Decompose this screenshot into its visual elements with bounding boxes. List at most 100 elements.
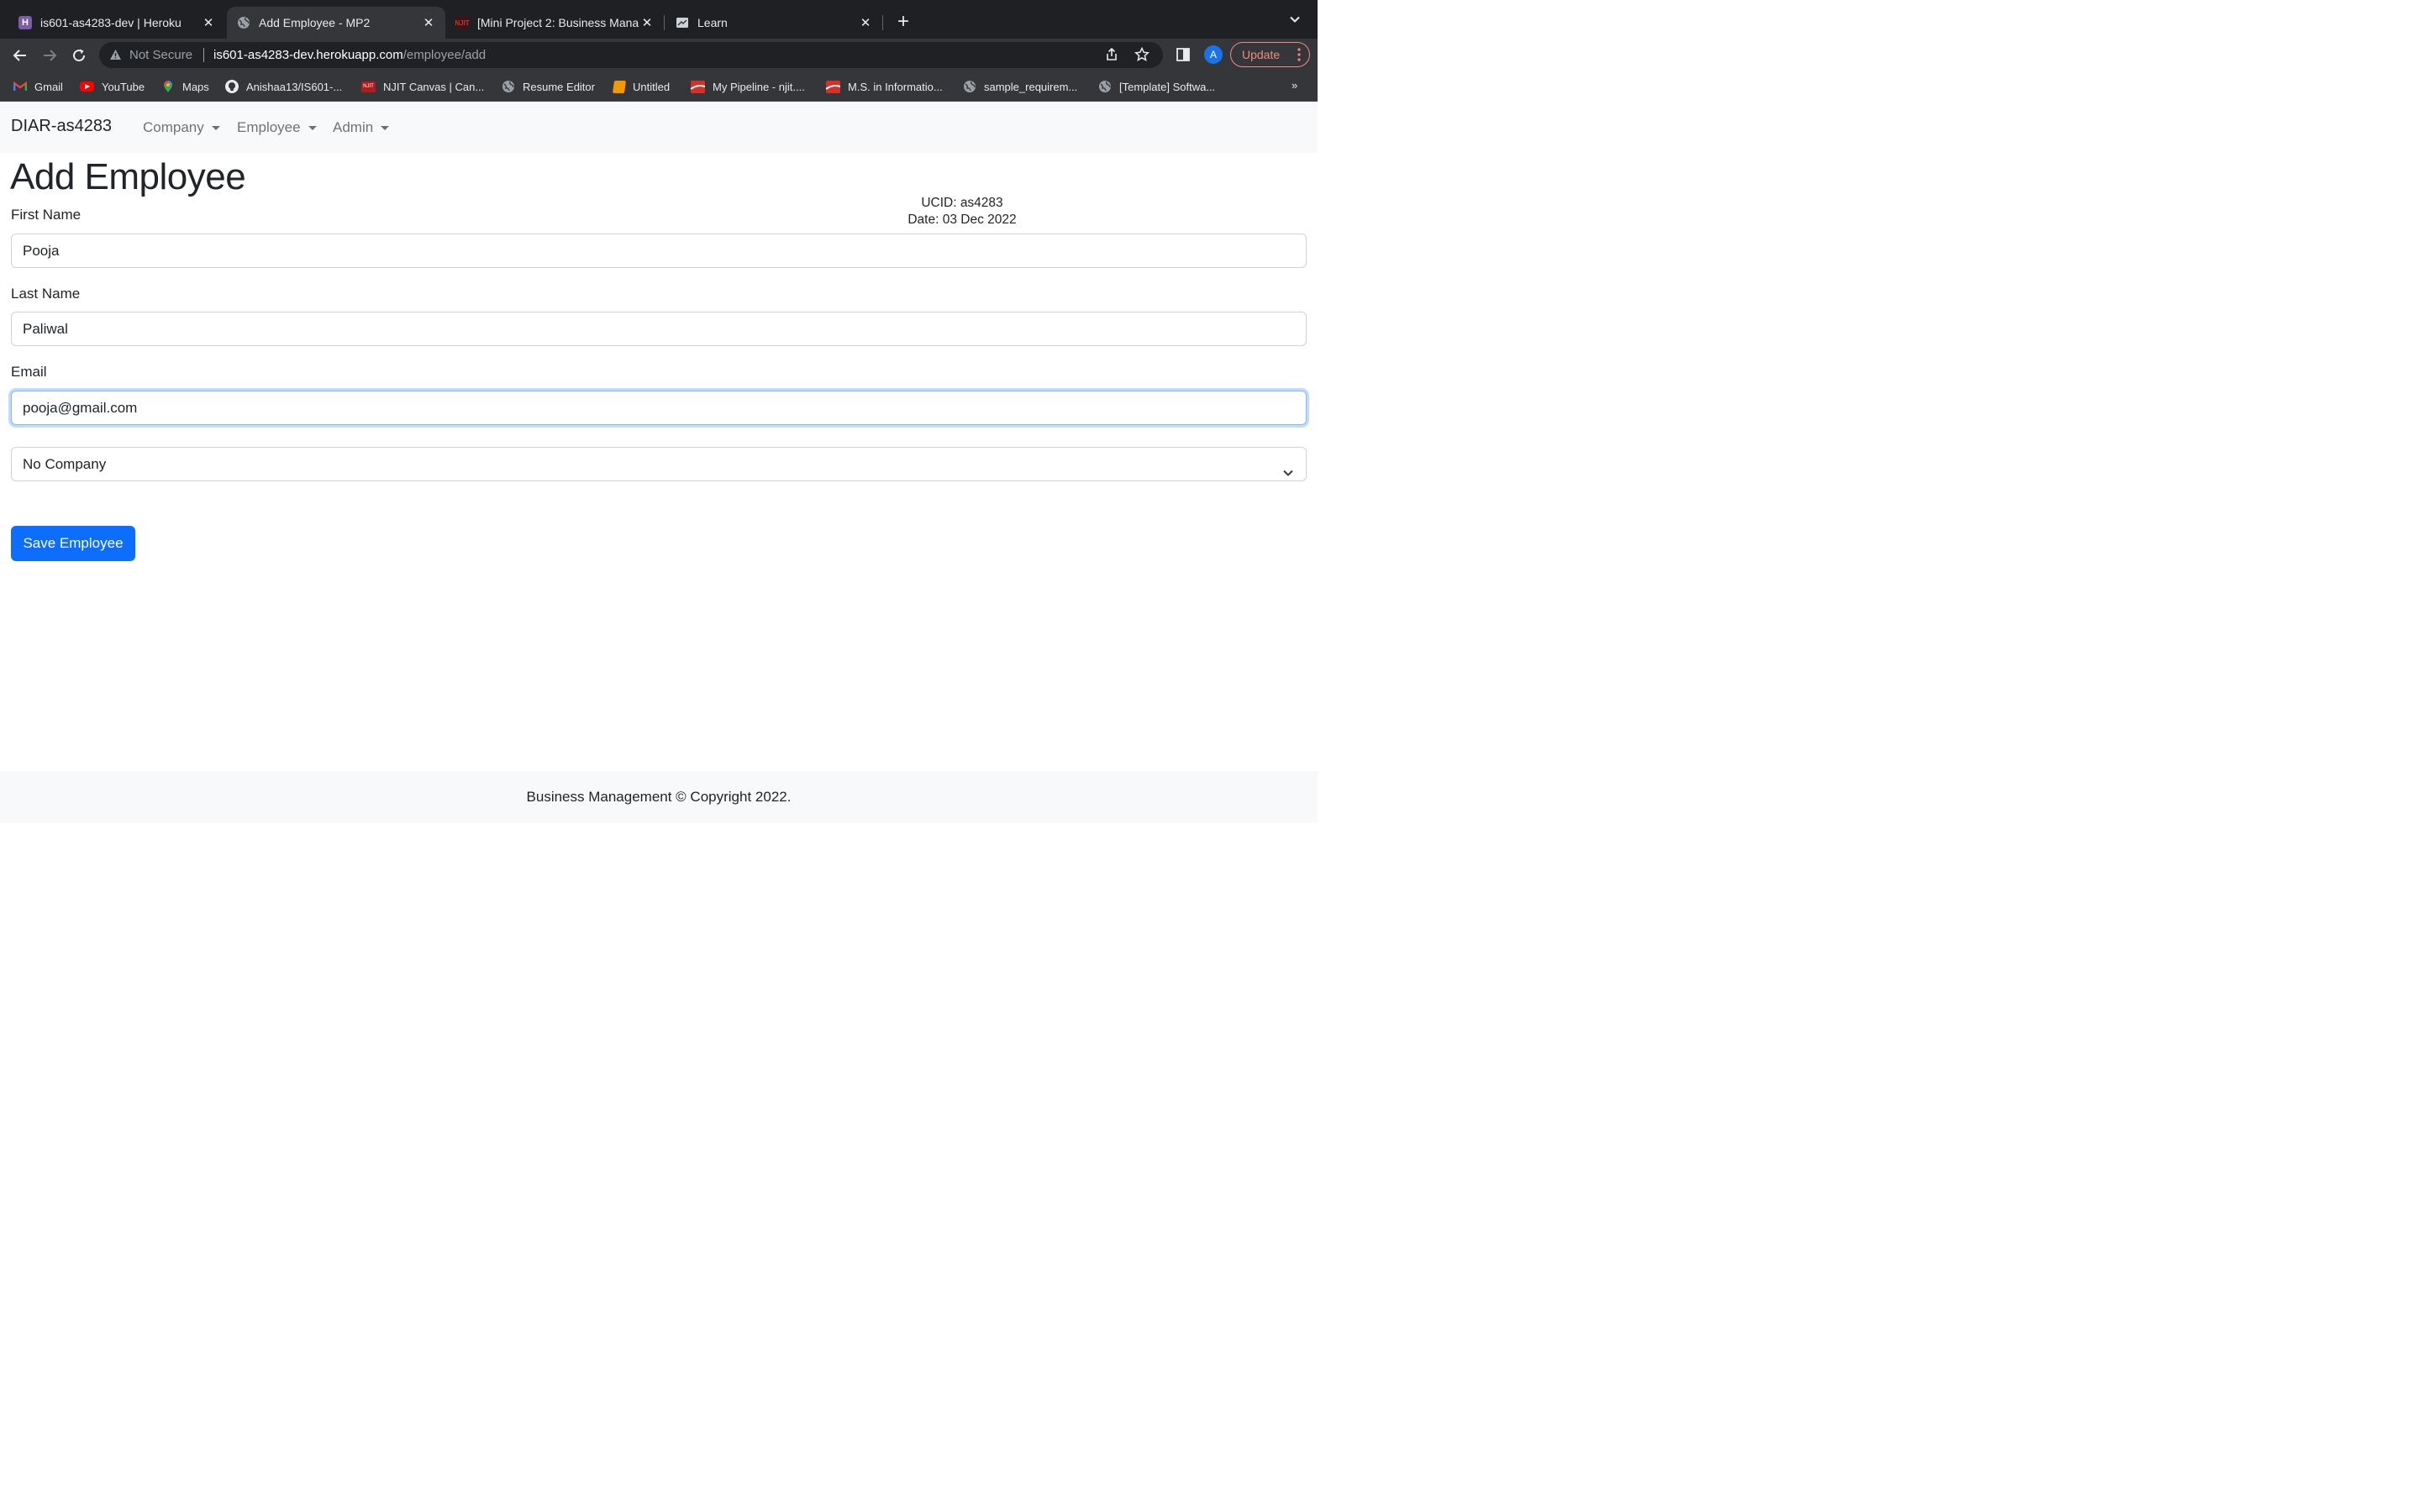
browser-tab-active[interactable]: Add Employee - MP2 ✕: [227, 7, 445, 39]
bookmarks-overflow-button[interactable]: »: [1292, 79, 1297, 92]
update-button[interactable]: Update: [1230, 42, 1310, 67]
bookmark-label: Maps: [182, 80, 209, 93]
update-label: Update: [1242, 48, 1281, 61]
bookmark-ms-informatics[interactable]: M.S. in Informatio...: [826, 79, 943, 94]
nav-label: Admin: [333, 119, 374, 135]
browser-tab-strip: H is601-as4283-dev | Heroku ✕ Add Employ…: [0, 0, 1318, 39]
address-url[interactable]: is601-as4283-dev.herokuapp.com/employee/…: [213, 48, 486, 62]
address-divider: [203, 48, 204, 62]
page-title: Add Employee: [10, 156, 246, 197]
bookmark-label: Resume Editor: [523, 80, 595, 93]
bookmark-label: Anishaa13/IS601-...: [246, 80, 343, 93]
bookmark-label: M.S. in Informatio...: [848, 80, 943, 93]
save-employee-button[interactable]: Save Employee: [11, 526, 135, 561]
globe-icon: [1098, 80, 1112, 93]
last-name-label: Last Name: [11, 286, 81, 302]
flag-icon: [826, 80, 840, 93]
tab-title: [Mini Project 2: Business Mana: [477, 16, 639, 29]
chevron-down-icon: [1282, 458, 1294, 491]
share-icon[interactable]: [1104, 47, 1119, 66]
bookmark-label: Untitled: [633, 80, 671, 93]
bookmark-label: YouTube: [102, 80, 145, 93]
ucid-info: UCID: as4283 Date: 03 Dec 2022: [891, 195, 1034, 228]
caret-down-icon: [381, 125, 390, 130]
app-navbar: DIAR-as4283 Company Employee Admin: [0, 102, 1318, 153]
last-name-field[interactable]: Paliwal: [11, 312, 1307, 346]
url-path: /employee/add: [402, 48, 487, 62]
bookmark-star-icon[interactable]: [1134, 46, 1150, 66]
close-tab-icon[interactable]: ✕: [420, 15, 437, 30]
browser-tab[interactable]: NJIT [Mini Project 2: Business Mana ✕: [445, 7, 664, 39]
caret-down-icon: [211, 125, 220, 130]
learn-icon: [676, 16, 689, 29]
github-icon: [225, 80, 239, 93]
notebook-icon: [612, 80, 627, 93]
bookmark-github[interactable]: Anishaa13/IS601-...: [225, 79, 342, 94]
nav-label: Company: [143, 119, 204, 135]
new-tab-icon[interactable]: +: [894, 12, 913, 34]
tab-title: Learn: [697, 16, 728, 29]
youtube-icon: [80, 81, 94, 92]
first-name-label: First Name: [11, 207, 82, 223]
tab-separator: [882, 15, 883, 30]
tab-search-chevron-icon[interactable]: [1289, 13, 1301, 29]
bookmark-label: sample_requirem...: [984, 80, 1078, 93]
address-bar[interactable]: Not Secure is601-as4283-dev.herokuapp.co…: [99, 42, 1163, 68]
nav-label: Employee: [237, 119, 301, 135]
close-tab-icon[interactable]: ✕: [639, 15, 655, 30]
reload-icon[interactable]: [69, 45, 89, 66]
tab-title: Add Employee - MP2: [259, 16, 371, 29]
caret-down-icon: [308, 125, 317, 130]
globe-icon: [237, 16, 250, 29]
close-tab-icon[interactable]: ✕: [200, 15, 217, 30]
maps-icon: [161, 80, 175, 93]
bookmark-label: Gmail: [34, 80, 63, 93]
kebab-menu-icon[interactable]: [1297, 47, 1301, 62]
security-label[interactable]: Not Secure: [129, 48, 192, 62]
nav-dropdown-company[interactable]: Company: [143, 119, 220, 136]
close-tab-icon[interactable]: ✕: [857, 15, 874, 30]
bookmark-resume-editor[interactable]: Resume Editor: [502, 79, 595, 94]
email-field[interactable]: pooja@gmail.com: [11, 391, 1307, 425]
njit-icon: NJIT: [361, 81, 376, 92]
bookmark-njit-canvas[interactable]: NJIT NJIT Canvas | Can...: [361, 79, 484, 94]
forward-arrow-icon[interactable]: [39, 45, 60, 66]
browser-tab[interactable]: H is601-as4283-dev | Heroku ✕: [0, 7, 225, 39]
tab-title: is601-as4283-dev | Heroku: [40, 16, 182, 29]
tab-separator: [664, 15, 665, 30]
bookmark-my-pipeline[interactable]: My Pipeline - njit....: [691, 79, 805, 94]
warning-icon[interactable]: [109, 49, 122, 65]
browser-tab[interactable]: Learn ✕: [666, 7, 882, 39]
company-select-value: No Company: [23, 456, 107, 472]
bookmark-label: My Pipeline - njit....: [713, 80, 805, 93]
ucid-line: UCID: as4283: [921, 196, 1003, 210]
bookmark-label: [Template] Softwa...: [1119, 80, 1216, 93]
nav-dropdown-employee[interactable]: Employee: [237, 119, 317, 136]
bookmark-template-software[interactable]: [Template] Softwa...: [1098, 79, 1215, 94]
gmail-icon: [13, 80, 27, 93]
flag-icon: [691, 80, 705, 93]
back-arrow-icon[interactable]: [10, 45, 30, 66]
bookmark-untitled[interactable]: Untitled: [612, 79, 671, 94]
globe-icon: [963, 80, 976, 93]
njit-icon: NJIT: [455, 16, 470, 29]
email-label: Email: [11, 364, 47, 380]
bookmarks-bar: Gmail YouTube Maps Anishaa13/IS601-... N…: [0, 72, 1318, 102]
bookmark-sample-requirements[interactable]: sample_requirem...: [963, 79, 1077, 94]
heroku-icon: H: [18, 16, 32, 29]
bookmark-youtube[interactable]: YouTube: [80, 79, 145, 94]
globe-icon: [502, 80, 515, 93]
bookmark-label: NJIT Canvas | Can...: [383, 80, 485, 93]
profile-avatar[interactable]: A: [1204, 45, 1223, 64]
date-line: Date: 03 Dec 2022: [908, 213, 1017, 227]
bookmark-maps[interactable]: Maps: [161, 79, 209, 94]
first-name-field[interactable]: Pooja: [11, 234, 1307, 268]
company-select[interactable]: No Company: [11, 447, 1307, 481]
bookmark-gmail[interactable]: Gmail: [13, 79, 63, 94]
page-footer: Business Management © Copyright 2022.: [0, 771, 1318, 823]
side-panel-icon[interactable]: [1176, 48, 1190, 66]
browser-toolbar: Not Secure is601-as4283-dev.herokuapp.co…: [0, 39, 1318, 72]
url-host: is601-as4283-dev.herokuapp.com: [213, 48, 403, 62]
navbar-brand[interactable]: DIAR-as4283: [11, 117, 112, 136]
nav-dropdown-admin[interactable]: Admin: [333, 119, 390, 136]
